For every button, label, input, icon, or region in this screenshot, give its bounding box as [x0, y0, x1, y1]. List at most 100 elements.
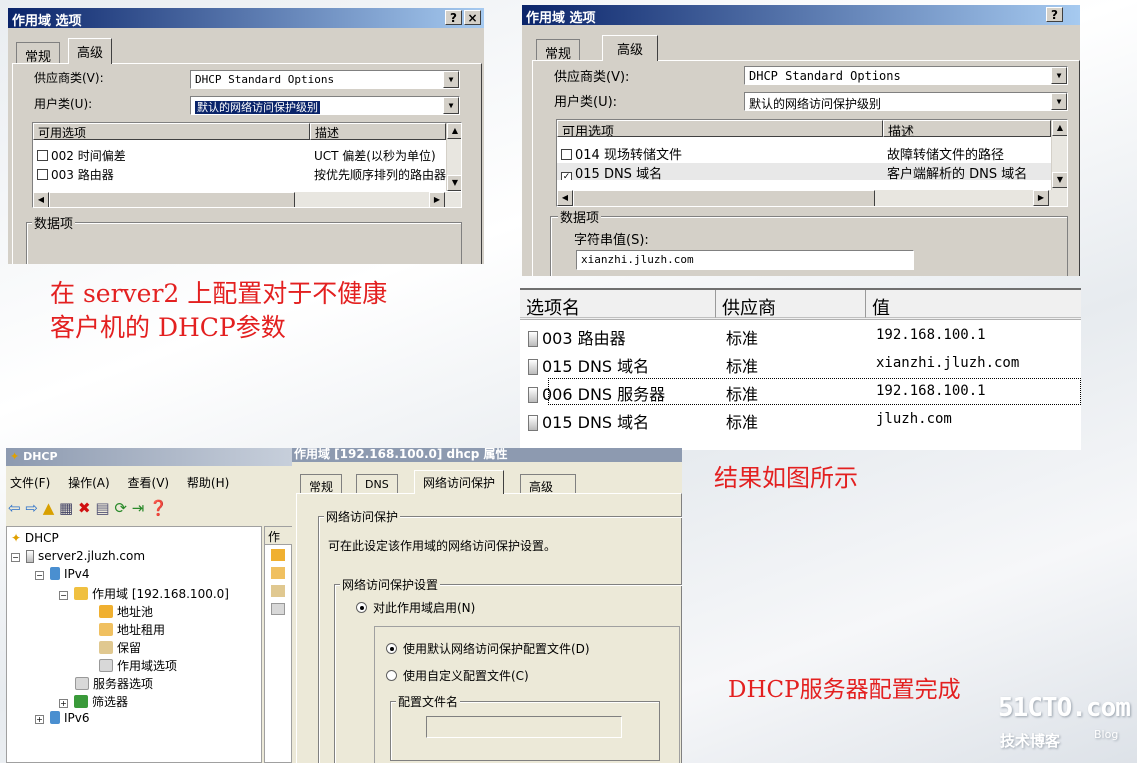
checkbox[interactable]: [561, 149, 572, 160]
tree-item-leases[interactable]: 地址租用: [99, 621, 165, 638]
horizontal-scrollbar[interactable]: ◀ ▶: [33, 192, 461, 207]
export-icon[interactable]: ⇥: [132, 499, 145, 517]
list-item[interactable]: 014 现场转储文件 故障转储文件的路径: [557, 144, 1051, 161]
chevron-down-icon[interactable]: ▼: [1051, 67, 1067, 84]
radio-selected[interactable]: [386, 643, 397, 654]
details-item-icon[interactable]: [271, 585, 285, 597]
table-row[interactable]: 015 DNS 域名 标准 jluzh.com: [520, 406, 1081, 434]
tree-item-filters[interactable]: + 筛选器: [59, 693, 128, 710]
user-class-select[interactable]: 默认的网络访问保护级别 ▼: [744, 92, 1068, 111]
tree-item-ipv6[interactable]: + IPv6: [35, 711, 90, 725]
checkbox[interactable]: [37, 169, 48, 180]
chevron-down-icon[interactable]: ▼: [443, 97, 459, 114]
vendor-class-select[interactable]: DHCP Standard Options ▼: [744, 66, 1068, 85]
col-header-vendor[interactable]: 供应商: [716, 290, 866, 319]
back-arrow-icon[interactable]: ⇦: [8, 499, 21, 517]
tree-root-dhcp[interactable]: ✦ DHCP: [11, 531, 59, 545]
use-default-profile-radio[interactable]: 使用默认网络访问保护配置文件(D): [386, 640, 590, 657]
string-value-input[interactable]: xianzhi.jluzh.com: [576, 250, 914, 270]
scroll-up-icon[interactable]: ▲: [1052, 120, 1067, 136]
tab-nap[interactable]: 网络访问保护: [414, 470, 505, 494]
tree-item-ipv4[interactable]: − IPv4: [35, 567, 90, 581]
tree-item-pool[interactable]: 地址池: [99, 603, 153, 620]
table-row[interactable]: 006 DNS 服务器 标准 192.168.100.1: [520, 378, 1081, 406]
help-icon[interactable]: ❓: [149, 499, 168, 517]
chevron-down-icon[interactable]: ▼: [443, 71, 459, 88]
vertical-scrollbar[interactable]: ▲ ▼: [446, 123, 461, 191]
checkbox[interactable]: [37, 150, 48, 161]
scroll-left-icon[interactable]: ◀: [557, 190, 573, 206]
tab-general[interactable]: 常规: [300, 474, 343, 494]
enable-nap-radio[interactable]: 对此作用域启用(N): [356, 599, 475, 616]
tab-general[interactable]: 常规: [16, 42, 61, 65]
data-entry-label: 数据项: [32, 213, 76, 232]
scroll-right-icon[interactable]: ▶: [429, 192, 445, 207]
scroll-down-icon[interactable]: ▼: [447, 175, 461, 191]
options-list[interactable]: 可用选项 描述 002 时间偏差 UCT 偏差(以秒为单位) 003 路由器 按…: [32, 122, 462, 208]
details-item-icon[interactable]: [271, 549, 285, 561]
scroll-thumb[interactable]: [49, 192, 295, 207]
up-folder-icon[interactable]: ▲: [43, 499, 55, 517]
scope-options-dialog-1: 作用域 选项 ? × 常规 高级 供应商类(V): DHCP Standard …: [8, 8, 484, 264]
scroll-thumb[interactable]: [573, 190, 875, 206]
list-item[interactable]: 003 路由器 按优先顺序排列的路由器: [33, 166, 446, 183]
properties-icon[interactable]: ▤: [95, 499, 109, 517]
scroll-up-icon[interactable]: ▲: [447, 123, 461, 139]
use-custom-profile-radio[interactable]: 使用自定义配置文件(C): [386, 667, 529, 684]
menu-view[interactable]: 查看(V): [128, 476, 170, 490]
col-header-desc[interactable]: 描述: [883, 120, 1051, 137]
close-button[interactable]: ×: [464, 10, 481, 25]
tree-item-scope-options[interactable]: 作用域选项: [99, 657, 177, 674]
details-col-header[interactable]: 作: [265, 527, 292, 545]
scope-options-icon: [99, 659, 113, 672]
col-header-options[interactable]: 可用选项: [557, 120, 883, 137]
scroll-right-icon[interactable]: ▶: [1033, 190, 1049, 206]
tree-item-server[interactable]: − server2.jluzh.com: [11, 549, 145, 563]
table-row[interactable]: 015 DNS 域名 标准 xianzhi.jluzh.com: [520, 350, 1081, 378]
checkbox-checked[interactable]: ✓: [561, 172, 572, 180]
menu-action[interactable]: 操作(A): [68, 476, 110, 490]
details-item-icon[interactable]: [271, 567, 285, 579]
scope-options-dialog-2: 作用域 选项 ? 常规 高级 供应商类(V): DHCP Standard Op…: [522, 5, 1080, 276]
forward-arrow-icon[interactable]: ⇨: [25, 499, 38, 517]
list-item[interactable]: 002 时间偏差 UCT 偏差(以秒为单位): [33, 147, 446, 164]
tab-dns[interactable]: DNS: [356, 474, 398, 494]
tree-item-scope[interactable]: − 作用域 [192.168.100.0]: [59, 585, 229, 602]
options-list[interactable]: 可用选项 描述 014 现场转储文件 故障转储文件的路径 ✓ 015 DNS 域名…: [556, 119, 1068, 207]
scope-properties-dialog: 作用域 [192.168.100.0] dhcp 属性 常规 DNS 网络访问保…: [292, 448, 682, 763]
show-tree-icon[interactable]: ▦: [59, 499, 73, 517]
tab-general[interactable]: 常规: [536, 39, 581, 62]
radio-unselected[interactable]: [386, 670, 397, 681]
radio-selected[interactable]: [356, 602, 367, 613]
scroll-down-icon[interactable]: ▼: [1052, 172, 1067, 188]
col-header-value[interactable]: 值: [866, 290, 1081, 319]
watermark-blog: Blog: [1094, 728, 1119, 741]
filter-icon: [74, 695, 88, 708]
user-class-select[interactable]: 默认的网络访问保护级别 ▼: [190, 96, 460, 115]
col-header-options[interactable]: 可用选项: [33, 123, 310, 140]
vendor-class-select[interactable]: DHCP Standard Options ▼: [190, 70, 460, 89]
details-item-icon[interactable]: [271, 603, 285, 615]
collapse-icon: −: [11, 553, 20, 562]
menu-help[interactable]: 帮助(H): [187, 476, 229, 490]
vertical-scrollbar[interactable]: ▲ ▼: [1051, 120, 1067, 190]
table-row[interactable]: 003 路由器 标准 192.168.100.1: [520, 322, 1081, 350]
tab-advanced[interactable]: 高级: [68, 38, 113, 64]
tab-advanced[interactable]: 高级: [520, 474, 576, 494]
scroll-left-icon[interactable]: ◀: [33, 192, 49, 207]
data-entry-group: [26, 222, 462, 264]
help-button[interactable]: ?: [445, 10, 462, 25]
help-button[interactable]: ?: [1046, 7, 1063, 22]
tree-item-server-options[interactable]: 服务器选项: [75, 675, 153, 692]
dialog-2-title: 作用域 选项: [522, 5, 1080, 25]
delete-icon[interactable]: ✖: [78, 499, 91, 517]
col-header-option-name[interactable]: 选项名: [520, 290, 716, 319]
horizontal-scrollbar[interactable]: ◀ ▶: [557, 190, 1067, 206]
tab-advanced[interactable]: 高级: [602, 35, 659, 61]
col-header-desc[interactable]: 描述: [310, 123, 446, 140]
refresh-icon[interactable]: ⟳: [114, 499, 127, 517]
list-item[interactable]: ✓ 015 DNS 域名 客户端解析的 DNS 域名: [557, 163, 1051, 180]
chevron-down-icon[interactable]: ▼: [1051, 93, 1067, 110]
tree-item-reservations[interactable]: 保留: [99, 639, 141, 656]
menu-file[interactable]: 文件(F): [10, 476, 50, 490]
